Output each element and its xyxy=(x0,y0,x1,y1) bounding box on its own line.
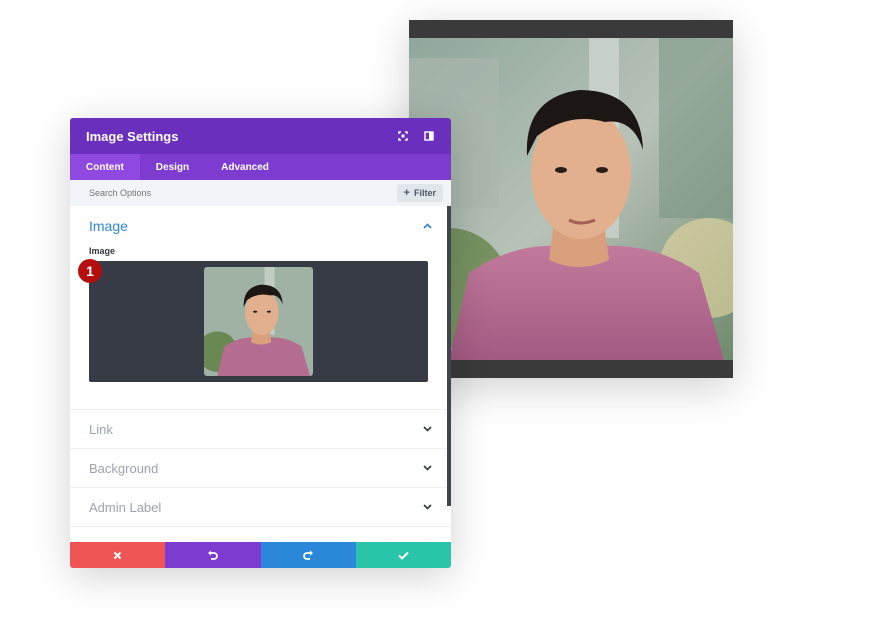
chevron-down-icon xyxy=(422,502,432,512)
search-input[interactable] xyxy=(89,188,397,198)
cancel-button[interactable] xyxy=(70,542,166,568)
image-thumbnail xyxy=(204,267,313,376)
panel-header: Image Settings xyxy=(70,118,451,154)
image-upload-field[interactable] xyxy=(89,261,428,382)
tab-bar: Content Design Advanced xyxy=(70,154,451,180)
tab-content[interactable]: Content xyxy=(70,154,140,180)
undo-icon xyxy=(208,550,219,560)
section-background-title: Background xyxy=(89,460,159,476)
portrait-photo xyxy=(409,38,733,360)
section-link-title: Link xyxy=(89,421,113,437)
redo-button[interactable] xyxy=(260,542,356,568)
preview-image-frame xyxy=(409,20,733,378)
plus-icon: + xyxy=(403,187,410,199)
image-field-label: Image xyxy=(89,246,116,256)
section-admin-label[interactable]: Admin Label xyxy=(70,488,451,527)
chevron-up-icon xyxy=(422,221,432,231)
save-button[interactable] xyxy=(355,542,451,568)
section-link[interactable]: Link xyxy=(70,410,451,449)
check-icon xyxy=(398,551,409,560)
filter-button[interactable]: + Filter xyxy=(396,184,443,202)
filter-label: Filter xyxy=(413,188,436,198)
undo-button[interactable] xyxy=(165,542,261,568)
tab-design[interactable]: Design xyxy=(140,154,205,180)
split-view-icon[interactable] xyxy=(423,130,435,142)
fullscreen-icon[interactable] xyxy=(397,130,409,142)
search-row: + Filter xyxy=(70,180,451,206)
section-admin-label-title: Admin Label xyxy=(89,499,162,515)
section-background[interactable]: Background xyxy=(70,449,451,488)
chevron-down-icon xyxy=(422,424,432,434)
redo-icon xyxy=(302,550,313,560)
panel-footer xyxy=(70,542,451,568)
panel-title: Image Settings xyxy=(86,128,179,144)
scrollbar[interactable] xyxy=(447,206,451,506)
section-image: Image Image xyxy=(70,206,451,410)
section-image-toggle[interactable]: Image xyxy=(89,218,432,234)
chevron-down-icon xyxy=(422,463,432,473)
image-settings-panel: Image Settings Content Design Advanced +… xyxy=(70,118,451,568)
step-badge: 1 xyxy=(78,259,102,283)
close-icon xyxy=(113,551,122,559)
options-area: Image Image Link Background Admin Label xyxy=(70,206,451,542)
tab-advanced[interactable]: Advanced xyxy=(205,154,285,180)
section-image-title: Image xyxy=(89,218,128,234)
